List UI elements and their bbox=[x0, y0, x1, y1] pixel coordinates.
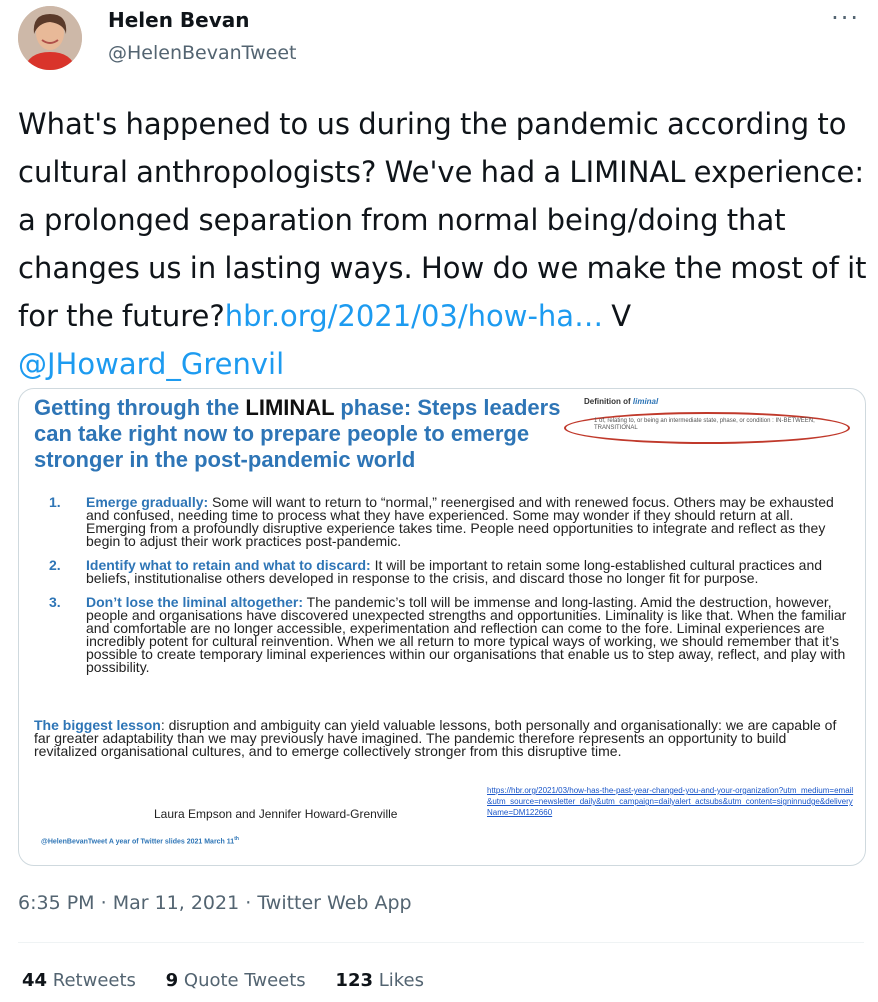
footer-note-text: @HelenBevanTweet A year of Twitter slide… bbox=[41, 838, 235, 846]
definition-box: Definition of liminal 1 of, relating to,… bbox=[564, 397, 854, 447]
slide-title-part1: Getting through the bbox=[34, 395, 246, 420]
list-item: 2. Identify what to retain and what to d… bbox=[49, 557, 849, 585]
meta-sep: · bbox=[239, 892, 258, 914]
definition-text: 1 of, relating to, or being an intermedi… bbox=[594, 418, 815, 431]
tweet-image[interactable]: Getting through the LIMINAL phase: Steps… bbox=[18, 388, 866, 866]
slide-footer-note: @HelenBevanTweet A year of Twitter slide… bbox=[41, 836, 239, 845]
biggest-lesson: The biggest lesson: disruption and ambig… bbox=[34, 718, 849, 758]
footer-note-sup: th bbox=[234, 836, 239, 842]
retweets-label: Retweets bbox=[47, 970, 136, 991]
likes-count: 123 bbox=[335, 970, 373, 991]
more-options-icon[interactable]: ··· bbox=[831, 4, 860, 32]
quotes-count: 9 bbox=[165, 970, 179, 991]
slide-authors: Laura Empson and Jennifer Howard-Grenvil… bbox=[154, 807, 398, 821]
author-name[interactable]: Helen Bevan bbox=[108, 8, 250, 32]
author-handle[interactable]: @HelenBevanTweet bbox=[108, 42, 296, 64]
tweet-text: What's happened to us during the pandemi… bbox=[18, 100, 868, 388]
list-item: 1. Emerge gradually: Some will want to r… bbox=[49, 494, 849, 548]
meta-sep: · bbox=[94, 892, 113, 914]
avatar-image bbox=[18, 6, 82, 70]
definition-word: liminal bbox=[632, 397, 659, 406]
retweets-stat[interactable]: 44 Retweets bbox=[22, 970, 136, 991]
tweet-link[interactable]: hbr.org/2021/03/how-ha… bbox=[225, 299, 603, 333]
retweets-count: 44 bbox=[22, 970, 48, 991]
definition-title: Definition of liminal bbox=[584, 397, 658, 406]
item-number: 1. bbox=[49, 494, 61, 510]
slide-title-liminal: LIMINAL bbox=[245, 395, 335, 420]
tweet-time[interactable]: 6:35 PM bbox=[18, 892, 95, 914]
likes-stat[interactable]: 123 Likes bbox=[335, 970, 424, 991]
quote-tweets-stat[interactable]: 9 Quote Tweets bbox=[166, 970, 306, 991]
item-body: Emerge gradually: Some will want to retu… bbox=[86, 495, 849, 548]
divider bbox=[18, 942, 864, 943]
definition-title-label: Definition of bbox=[584, 397, 633, 406]
likes-label: Likes bbox=[373, 970, 424, 991]
item-body: Don’t lose the liminal altogether: The p… bbox=[86, 594, 849, 675]
avatar[interactable] bbox=[18, 6, 82, 70]
steps-list: 1. Emerge gradually: Some will want to r… bbox=[49, 494, 849, 685]
item-number: 3. bbox=[49, 594, 61, 610]
source-url: https://hbr.org/2021/03/how-has-the-past… bbox=[487, 786, 854, 817]
quotes-label: Quote Tweets bbox=[178, 970, 306, 991]
tweet-mention[interactable]: @JHoward_Grenvil bbox=[18, 347, 284, 381]
tweet-stats: 44 Retweets 9 Quote Tweets 123 Likes bbox=[22, 970, 448, 991]
tweet-connector: V bbox=[603, 299, 632, 333]
list-item: 3. Don’t lose the liminal altogether: Th… bbox=[49, 594, 849, 675]
item-text: The pandemic’s toll will be immense and … bbox=[86, 594, 847, 675]
tweet-meta: 6:35 PM · Mar 11, 2021 · Twitter Web App bbox=[18, 892, 412, 914]
tweet-source[interactable]: Twitter Web App bbox=[257, 892, 411, 914]
slide-title: Getting through the LIMINAL phase: Steps… bbox=[34, 395, 594, 473]
tweet-date[interactable]: Mar 11, 2021 bbox=[113, 892, 240, 914]
item-number: 2. bbox=[49, 557, 61, 573]
item-body: Identify what to retain and what to disc… bbox=[86, 558, 849, 585]
